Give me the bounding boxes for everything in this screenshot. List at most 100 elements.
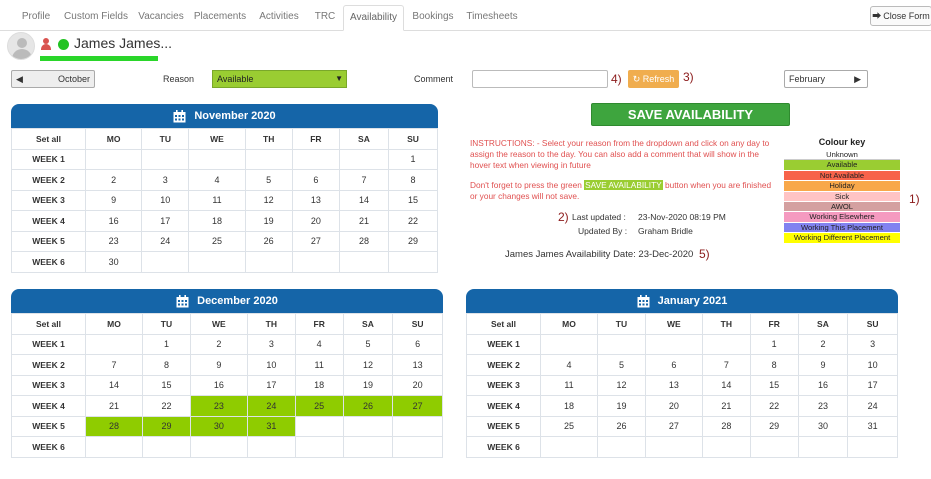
tab-placements[interactable]: Placements bbox=[191, 5, 249, 31]
week-label[interactable]: WEEK 4 bbox=[11, 210, 86, 232]
day-cell[interactable]: 6 bbox=[291, 169, 340, 191]
day-cell[interactable]: 22 bbox=[749, 395, 799, 417]
day-cell[interactable]: 14 bbox=[701, 374, 751, 396]
day-cell[interactable]: 9 bbox=[797, 354, 849, 376]
day-cell[interactable]: 3 bbox=[141, 169, 190, 191]
day-cell[interactable]: 13 bbox=[644, 374, 703, 396]
day-cell[interactable]: 5 bbox=[597, 354, 646, 376]
set-all-button[interactable]: Set all bbox=[11, 128, 86, 150]
save-availability-button[interactable]: SAVE AVAILABILITY bbox=[591, 103, 790, 126]
week-label[interactable]: WEEK 6 bbox=[11, 251, 86, 273]
tab-custom-fields[interactable]: Custom Fields bbox=[62, 5, 130, 31]
day-cell[interactable]: 23 bbox=[797, 395, 849, 417]
weekday-header[interactable]: TH bbox=[244, 128, 293, 150]
day-cell[interactable]: 7 bbox=[338, 169, 389, 191]
weekday-header[interactable]: SA bbox=[338, 128, 389, 150]
day-cell[interactable]: 31 bbox=[847, 415, 898, 437]
day-cell[interactable]: 12 bbox=[342, 354, 394, 376]
weekday-header[interactable]: WE bbox=[189, 313, 248, 335]
day-cell[interactable]: 4 bbox=[294, 333, 344, 355]
day-cell[interactable]: 2 bbox=[797, 333, 849, 355]
weekday-header[interactable]: SA bbox=[797, 313, 849, 335]
day-cell[interactable]: 4 bbox=[539, 354, 599, 376]
day-cell[interactable]: 20 bbox=[644, 395, 703, 417]
day-cell[interactable]: 28 bbox=[84, 415, 144, 437]
day-cell[interactable]: 5 bbox=[342, 333, 394, 355]
week-label[interactable]: WEEK 1 bbox=[11, 333, 86, 355]
day-cell[interactable]: 18 bbox=[188, 210, 246, 232]
day-cell[interactable]: 11 bbox=[188, 189, 246, 211]
week-label[interactable]: WEEK 3 bbox=[11, 189, 86, 211]
day-cell[interactable]: 10 bbox=[847, 354, 898, 376]
day-cell[interactable]: 26 bbox=[244, 230, 293, 252]
day-cell[interactable]: 10 bbox=[246, 354, 296, 376]
day-cell[interactable]: 10 bbox=[141, 189, 190, 211]
day-cell[interactable]: 7 bbox=[84, 354, 144, 376]
weekday-header[interactable]: MO bbox=[539, 313, 599, 335]
weekday-header[interactable]: TU bbox=[141, 128, 190, 150]
week-label[interactable]: WEEK 6 bbox=[466, 436, 541, 458]
day-cell[interactable]: 8 bbox=[142, 354, 191, 376]
day-cell[interactable]: 27 bbox=[644, 415, 703, 437]
day-cell[interactable]: 20 bbox=[291, 210, 340, 232]
weekday-header[interactable]: WE bbox=[644, 313, 703, 335]
day-cell[interactable]: 24 bbox=[246, 395, 296, 417]
refresh-button[interactable]: ↻ Refresh bbox=[628, 70, 679, 88]
day-cell[interactable]: 25 bbox=[188, 230, 246, 252]
tab-availability[interactable]: Availability bbox=[343, 5, 404, 31]
day-cell[interactable]: 2 bbox=[189, 333, 248, 355]
day-cell[interactable]: 24 bbox=[847, 395, 898, 417]
day-cell[interactable]: 25 bbox=[294, 395, 344, 417]
day-cell[interactable]: 6 bbox=[392, 333, 443, 355]
day-cell[interactable]: 13 bbox=[291, 189, 340, 211]
day-cell[interactable]: 16 bbox=[189, 374, 248, 396]
day-cell[interactable]: 11 bbox=[539, 374, 599, 396]
day-cell[interactable]: 23 bbox=[189, 395, 248, 417]
close-form-button[interactable]: ⮕ Close Form bbox=[870, 6, 931, 26]
week-label[interactable]: WEEK 6 bbox=[11, 436, 86, 458]
day-cell[interactable]: 12 bbox=[244, 189, 293, 211]
weekday-header[interactable]: TH bbox=[701, 313, 751, 335]
day-cell[interactable]: 9 bbox=[84, 189, 143, 211]
week-label[interactable]: WEEK 5 bbox=[11, 415, 86, 437]
day-cell[interactable]: 1 bbox=[749, 333, 799, 355]
tab-timesheets[interactable]: Timesheets bbox=[462, 5, 522, 31]
weekday-header[interactable]: MO bbox=[84, 128, 143, 150]
set-all-button[interactable]: Set all bbox=[11, 313, 86, 335]
day-cell[interactable]: 28 bbox=[701, 415, 751, 437]
day-cell[interactable]: 29 bbox=[142, 415, 191, 437]
day-cell[interactable]: 30 bbox=[189, 415, 248, 437]
day-cell[interactable]: 4 bbox=[188, 169, 246, 191]
weekday-header[interactable]: SU bbox=[387, 128, 439, 150]
week-label[interactable]: WEEK 5 bbox=[11, 230, 86, 252]
reason-select[interactable]: Available ▼ bbox=[212, 70, 347, 88]
day-cell[interactable]: 14 bbox=[338, 189, 389, 211]
day-cell[interactable]: 18 bbox=[294, 374, 344, 396]
weekday-header[interactable]: TU bbox=[597, 313, 646, 335]
previous-month-button[interactable]: ◀ October bbox=[11, 70, 95, 88]
day-cell[interactable]: 17 bbox=[141, 210, 190, 232]
week-label[interactable]: WEEK 2 bbox=[11, 169, 86, 191]
day-cell[interactable]: 19 bbox=[342, 374, 394, 396]
day-cell[interactable]: 19 bbox=[244, 210, 293, 232]
weekday-header[interactable]: FR bbox=[749, 313, 799, 335]
day-cell[interactable]: 18 bbox=[539, 395, 599, 417]
day-cell[interactable]: 25 bbox=[539, 415, 599, 437]
week-label[interactable]: WEEK 2 bbox=[11, 354, 86, 376]
day-cell[interactable]: 9 bbox=[189, 354, 248, 376]
day-cell[interactable]: 21 bbox=[84, 395, 144, 417]
day-cell[interactable]: 29 bbox=[749, 415, 799, 437]
day-cell[interactable]: 3 bbox=[246, 333, 296, 355]
day-cell[interactable]: 27 bbox=[392, 395, 443, 417]
weekday-header[interactable]: TH bbox=[246, 313, 296, 335]
week-label[interactable]: WEEK 4 bbox=[466, 395, 541, 417]
day-cell[interactable]: 13 bbox=[392, 354, 443, 376]
day-cell[interactable]: 1 bbox=[387, 148, 439, 170]
day-cell[interactable]: 16 bbox=[84, 210, 143, 232]
weekday-header[interactable]: MO bbox=[84, 313, 144, 335]
tab-trc[interactable]: TRC bbox=[308, 5, 342, 31]
weekday-header[interactable]: WE bbox=[188, 128, 246, 150]
day-cell[interactable]: 8 bbox=[387, 169, 439, 191]
tab-vacancies[interactable]: Vacancies bbox=[134, 5, 188, 31]
day-cell[interactable]: 28 bbox=[338, 230, 389, 252]
